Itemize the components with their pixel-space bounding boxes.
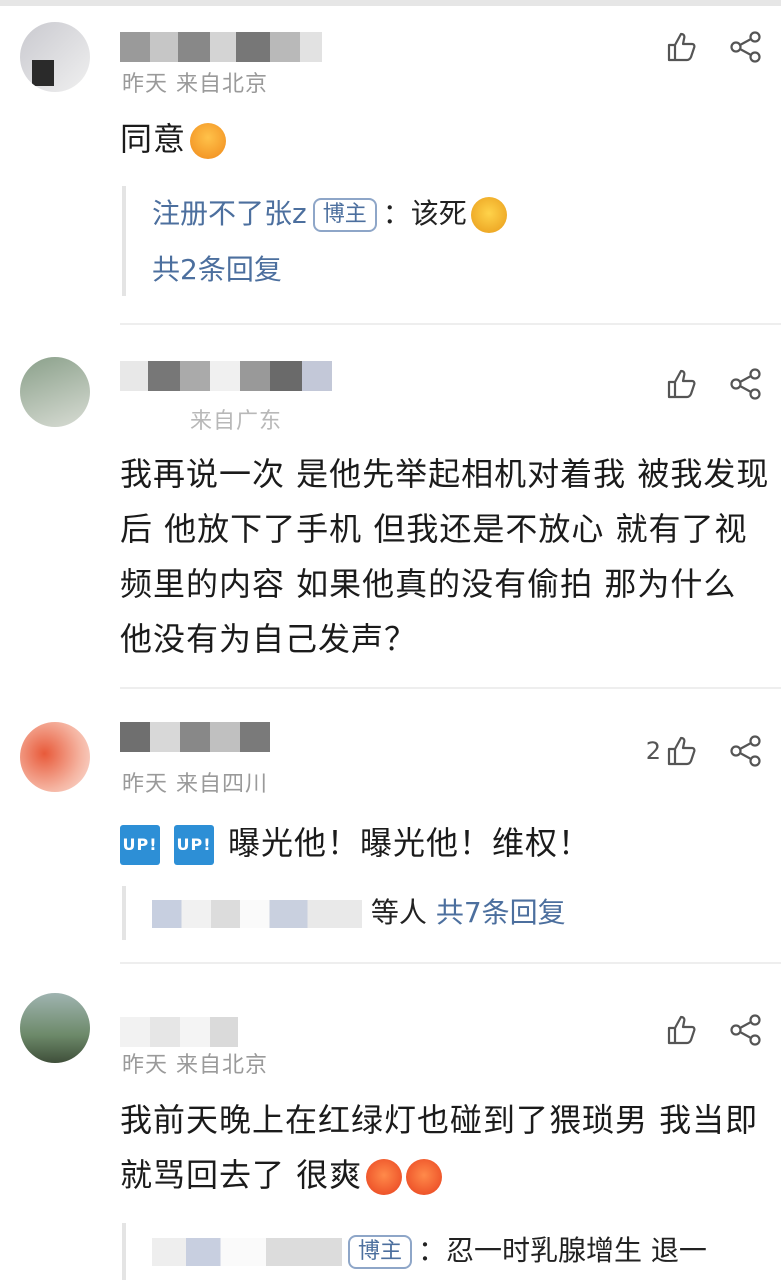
share-icon[interactable] bbox=[729, 734, 763, 768]
comment-text: 我再说一次 是他先举起相机对着我 被我发现后 他放下了手机 但我还是不放心 就有… bbox=[120, 455, 770, 658]
reply-text: ：该死 bbox=[382, 197, 467, 230]
blurred-usernames bbox=[152, 900, 362, 928]
comment-divider bbox=[120, 962, 781, 964]
comment-meta: 昨天 来自北京 bbox=[122, 1053, 268, 1078]
comment-meta: 昨天 来自北京 bbox=[122, 72, 268, 97]
thumbs-up-icon bbox=[667, 1015, 696, 1045]
share-icon[interactable] bbox=[729, 1013, 763, 1047]
up-emoji-badge: UP! bbox=[120, 825, 160, 865]
blurred-reply-author[interactable] bbox=[152, 1238, 342, 1266]
comment-actions bbox=[665, 367, 763, 401]
thumbs-up-icon bbox=[667, 369, 696, 399]
blogger-badge: 博主 bbox=[312, 198, 377, 232]
avatar[interactable] bbox=[20, 993, 90, 1063]
like-button[interactable]: 2 bbox=[646, 734, 699, 768]
comment-meta: 来自广东 bbox=[190, 409, 283, 434]
comment-actions bbox=[665, 30, 763, 64]
avatar[interactable] bbox=[20, 357, 90, 427]
reply-summary[interactable]: 等人 共7条回复 bbox=[122, 886, 566, 940]
raising-hands-emoji bbox=[190, 123, 227, 159]
angry-face-emoji bbox=[406, 1159, 443, 1195]
comment-divider bbox=[120, 687, 781, 689]
blogger-badge: 博主 bbox=[348, 1235, 413, 1269]
like-button[interactable] bbox=[665, 367, 699, 401]
like-button[interactable] bbox=[665, 30, 699, 64]
comment-1: 昨天 来自北京 同意 注册不了张z 博主 ：该死 共2条回复 bbox=[0, 0, 781, 325]
reply-count-link[interactable]: 共7条回复 bbox=[436, 896, 566, 929]
crying-face-emoji bbox=[470, 197, 507, 233]
reply-box[interactable]: 博主 ：忍一时乳腺增生 退一 bbox=[122, 1223, 707, 1280]
comment-4: 昨天 来自北京 我前天晚上在红绿灯也碰到了猥琐男 我当即就骂回去了 很爽 博主：… bbox=[0, 965, 781, 1280]
comment-2: 来自广东 我再说一次 是他先举起相机对着我 被我发现后 他放下了手机 但我还是不… bbox=[0, 325, 781, 690]
thumbs-up-icon bbox=[667, 736, 696, 766]
share-icon[interactable] bbox=[729, 367, 763, 401]
up-emoji-badge: UP! bbox=[174, 825, 214, 865]
reply-box[interactable]: 注册不了张z 博主 ：该死 共2条回复 bbox=[122, 186, 507, 296]
angry-face-emoji bbox=[366, 1159, 403, 1195]
comment-text: UP! UP! 曝光他！曝光他！维权！ bbox=[120, 816, 770, 871]
thumbs-up-icon bbox=[667, 32, 696, 62]
avatar[interactable] bbox=[20, 722, 90, 792]
comment-meta: 昨天 来自四川 bbox=[122, 772, 268, 797]
avatar[interactable] bbox=[20, 22, 90, 92]
username-blurred[interactable] bbox=[120, 32, 322, 62]
comment-actions bbox=[665, 1013, 763, 1047]
reply-summary-suffix: 等人 bbox=[370, 896, 427, 929]
username-blurred[interactable] bbox=[120, 361, 332, 391]
like-button[interactable] bbox=[665, 1013, 699, 1047]
comment-text: 我前天晚上在红绿灯也碰到了猥琐男 我当即就骂回去了 很爽 bbox=[120, 1101, 759, 1195]
comment-text: 同意 bbox=[120, 112, 770, 167]
comment-actions: 2 bbox=[646, 734, 763, 768]
reply-text: ：忍一时乳腺增生 退一 bbox=[418, 1234, 707, 1267]
reply-author[interactable]: 注册不了张z bbox=[152, 197, 307, 230]
username-blurred[interactable] bbox=[120, 1017, 238, 1047]
comment-3: 昨天 来自四川 2 UP! UP! 曝光他！曝光他！维权！ 等人 共7条回复 bbox=[0, 690, 781, 965]
like-count: 2 bbox=[645, 737, 661, 765]
share-icon[interactable] bbox=[729, 30, 763, 64]
username-blurred[interactable] bbox=[120, 722, 270, 752]
reply-count-link[interactable]: 共2条回复 bbox=[152, 242, 507, 298]
